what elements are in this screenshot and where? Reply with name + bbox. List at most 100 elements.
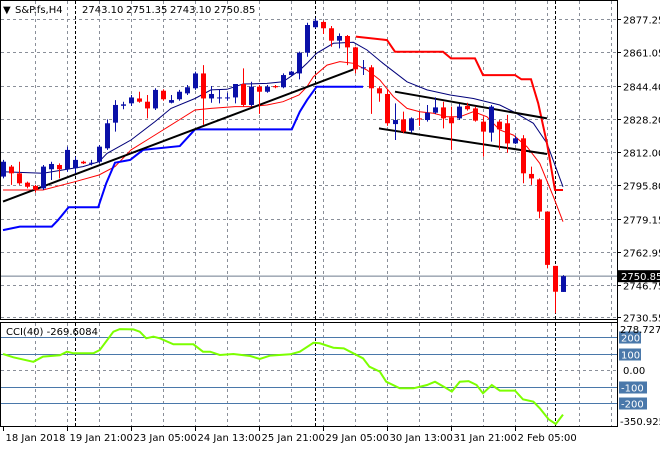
candle-bull	[73, 159, 78, 169]
time-label: 2 Feb 05:00	[518, 433, 577, 444]
candle-bear	[345, 35, 350, 48]
price-tick-label: 2730.55	[623, 314, 660, 325]
candle-bear	[33, 185, 38, 191]
price-tick-label: 2795.80	[623, 182, 660, 193]
time-label: 23 Jan 05:00	[134, 433, 197, 444]
grid	[1, 1, 617, 426]
candle-bull	[393, 120, 398, 125]
candle-bull	[105, 123, 110, 149]
candle-bear	[441, 107, 446, 119]
candle-bear	[505, 123, 510, 144]
time-label: 31 Jan 21:00	[454, 433, 517, 444]
candle-bear	[241, 84, 246, 105]
candle-bull	[513, 138, 518, 144]
ma-fast	[2, 41, 564, 187]
candle-bear	[553, 265, 558, 292]
candle-bull	[41, 166, 46, 189]
cci-axis-zero: 0.00	[623, 366, 645, 377]
candle-bull	[233, 84, 238, 98]
time-label: 25 Jan 21:00	[262, 433, 325, 444]
collapse-arrow-icon[interactable]: ▼	[3, 5, 11, 16]
candle-bull	[89, 162, 94, 164]
candle-bull	[193, 73, 198, 89]
low-value: 2743.10	[170, 5, 211, 16]
candle-bear	[449, 117, 454, 124]
candle-bear	[57, 164, 62, 170]
candle-bear	[497, 121, 502, 130]
candle-bear	[137, 98, 142, 102]
candle-bear	[321, 21, 326, 29]
candle-bear	[145, 101, 150, 109]
close-value: 2750.85	[214, 5, 255, 16]
cci-level-label: -100	[621, 384, 644, 395]
candle-bull	[489, 106, 494, 133]
candle-bear	[353, 47, 358, 70]
candle-bear	[17, 173, 22, 184]
candle-bull	[153, 89, 158, 109]
candle-bull	[249, 86, 254, 105]
candle-bear	[385, 93, 390, 124]
candle-bear	[161, 90, 166, 100]
indicator-lines	[2, 35, 564, 426]
candle-bull	[1, 161, 6, 177]
cci-panel-border	[0, 322, 618, 427]
candle-bear	[273, 86, 278, 88]
support-line	[2, 85, 363, 232]
price-tick-label: 2779.15	[623, 216, 660, 227]
time-label: 24 Jan 13:00	[198, 433, 261, 444]
candle-bull	[121, 104, 126, 106]
candle-bull	[169, 100, 174, 103]
candle-bull	[185, 87, 190, 94]
candle-bull	[409, 118, 414, 131]
time-label: 29 Jan 05:00	[326, 433, 389, 444]
price-tick-label: 2762.95	[623, 249, 660, 260]
price-tick-label: 2844.40	[623, 83, 660, 94]
candle-bull	[433, 107, 438, 113]
candle-bull	[425, 112, 430, 121]
current-price-label: 2750.85	[621, 272, 660, 283]
high-value: 2751.35	[126, 5, 167, 16]
candle-bull	[177, 91, 182, 100]
cci-title: CCI(40) -269.6084	[6, 327, 98, 338]
candle-bull	[561, 276, 566, 292]
candle-bull	[305, 25, 310, 53]
trading-chart[interactable]: ▼ S&P.fs,H4 2743.10 2751.35 2743.10 2750…	[0, 0, 660, 450]
candle-bear	[529, 173, 534, 179]
candle-bull	[97, 146, 102, 162]
time-label: 19 Jan 21:00	[70, 433, 133, 444]
uptrend-line	[2, 68, 354, 203]
candle-bull	[281, 75, 286, 88]
price-tick-label: 2877.25	[623, 16, 660, 27]
cci-line	[2, 328, 564, 426]
time-label: 18 Jan 2018	[6, 433, 66, 444]
candle-bull	[49, 163, 54, 170]
candle-bull	[217, 97, 222, 99]
candle-bear	[329, 28, 334, 41]
candle-bull	[457, 106, 462, 119]
candle-bear	[377, 88, 382, 94]
open-value: 2743.10	[82, 5, 123, 16]
candle-bear	[9, 166, 14, 174]
candle-bear	[369, 67, 374, 89]
candle-bull	[65, 149, 70, 170]
candle-bear	[473, 108, 478, 121]
chart-header: ▼ S&P.fs,H4 2743.10 2751.35 2743.10 2750…	[3, 5, 255, 16]
candle-bear	[465, 105, 470, 110]
price-tick-label: 2861.05	[623, 49, 660, 60]
channel-upper-line	[394, 90, 548, 120]
axes: 2877.25 2861.05 2844.40 2828.20 2812.00 2795.…	[3, 0, 660, 444]
candle-bull	[297, 52, 302, 74]
cci-level-label: 100	[621, 351, 640, 362]
candle-bull	[289, 71, 294, 76]
candle-bear	[521, 138, 526, 174]
candle-bear	[81, 161, 86, 164]
candle-bull	[361, 67, 366, 69]
cci-axis-top: 278.7273	[620, 325, 660, 336]
candle-bear	[481, 121, 486, 132]
time-label: 30 Jan 13:00	[390, 433, 453, 444]
candle-bull	[129, 97, 134, 104]
candle-bull	[337, 35, 342, 41]
candle-bear	[25, 182, 30, 187]
candle-bull	[209, 93, 214, 99]
symbol-label: S&P.fs,H4	[15, 5, 63, 16]
